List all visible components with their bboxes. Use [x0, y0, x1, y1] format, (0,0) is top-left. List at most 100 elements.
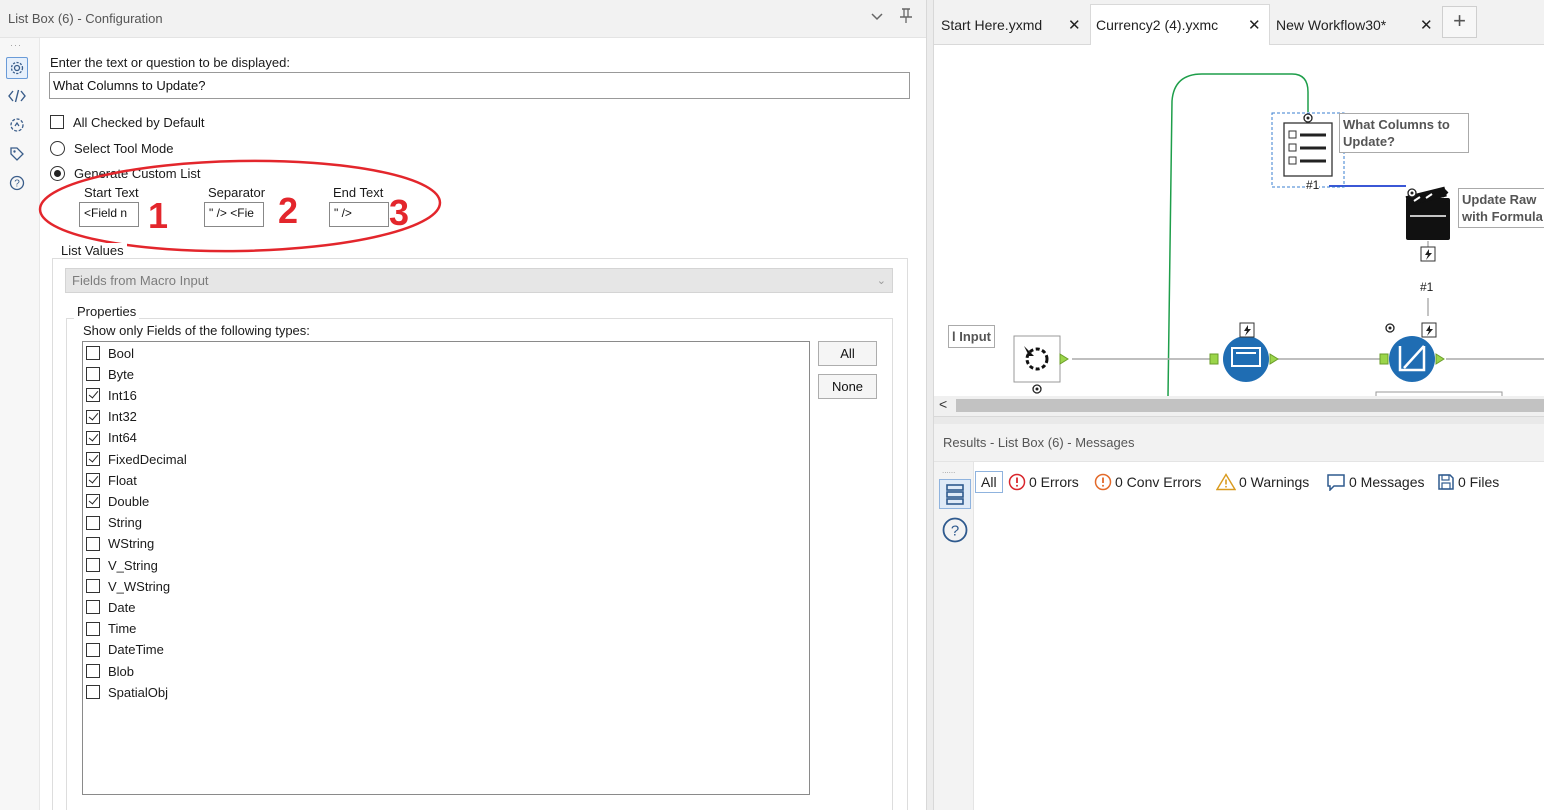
help-icon[interactable]: ?	[6, 172, 28, 194]
select-tool-mode-radio[interactable]	[50, 140, 65, 156]
generate-custom-list-radio[interactable]	[50, 165, 65, 181]
field-type-item[interactable]: Int16	[86, 386, 137, 404]
results-splitter[interactable]	[934, 416, 1544, 424]
annotation-number-2: 2	[278, 190, 299, 231]
field-type-item[interactable]: V_String	[86, 556, 158, 574]
help-icon[interactable]: ?	[939, 515, 971, 545]
config-side-rail: ··· ?	[0, 38, 40, 810]
field-type-checkbox[interactable]	[86, 430, 100, 445]
field-type-checkbox[interactable]	[86, 515, 100, 530]
filter-conv-errors-label: 0 Conv Errors	[1115, 474, 1202, 490]
field-types-label: Show only Fields of the following types:	[83, 323, 310, 338]
field-type-item[interactable]: String	[86, 514, 142, 532]
field-type-label: Double	[108, 493, 150, 509]
all-checked-checkbox[interactable]	[50, 115, 64, 129]
field-type-item[interactable]: Date	[86, 598, 135, 616]
field-type-checkbox[interactable]	[86, 536, 100, 551]
connection-progress-icon[interactable]	[6, 114, 28, 136]
tab-label: Currency2 (4).yxmc	[1096, 17, 1219, 33]
field-type-label: Time	[108, 621, 137, 637]
field-type-checkbox[interactable]	[86, 452, 100, 466]
field-type-label: Date	[108, 599, 136, 615]
end-text-input[interactable]: " />	[329, 202, 389, 227]
field-type-item[interactable]: Int32	[86, 408, 137, 426]
grip-dots-icon: ···	[10, 40, 22, 50]
field-type-item[interactable]: DateTime	[86, 641, 164, 659]
field-type-checkbox[interactable]	[86, 579, 100, 594]
code-icon[interactable]	[6, 85, 28, 107]
chevron-down-icon[interactable]	[868, 8, 886, 28]
pin-icon[interactable]	[897, 8, 915, 28]
select-tool-mode-option[interactable]: Select Tool Mode	[50, 139, 174, 157]
field-type-item[interactable]: Double	[86, 492, 149, 510]
tab-label: New Workflow30*	[1276, 16, 1387, 33]
field-type-checkbox[interactable]	[86, 473, 100, 488]
field-type-checkbox[interactable]	[86, 346, 100, 360]
grip-dots-icon: ......	[942, 466, 956, 475]
gear-icon[interactable]	[6, 57, 28, 79]
scroll-left-arrow-icon[interactable]: <	[939, 396, 947, 412]
prompt-input[interactable]	[49, 72, 910, 99]
action-annotation: Update Raw with Formula	[1458, 188, 1544, 228]
all-checked-default-option[interactable]: All Checked by Default	[50, 113, 205, 131]
field-type-checkbox[interactable]	[86, 664, 100, 678]
field-type-item[interactable]: Bool	[86, 344, 134, 362]
messages-list-icon[interactable]	[939, 479, 971, 509]
field-type-checkbox[interactable]	[86, 494, 100, 509]
tab-label: Start Here.yxmd	[941, 16, 1043, 33]
annotation-number-3: 3	[389, 192, 410, 233]
generate-custom-list-option[interactable]: Generate Custom List	[50, 164, 200, 182]
scroll-thumb[interactable]	[956, 399, 1544, 412]
canvas-horizontal-scrollbar[interactable]: <	[934, 396, 1544, 416]
select-all-button[interactable]: All	[818, 341, 877, 366]
field-type-label: Int32	[108, 409, 137, 425]
field-type-checkbox[interactable]	[86, 409, 100, 424]
field-type-item[interactable]: WString	[86, 535, 154, 553]
field-type-checkbox[interactable]	[86, 600, 100, 615]
tab-start-here[interactable]: Start Here.yxmd ✕	[935, 4, 1090, 45]
field-type-item[interactable]: Int64	[86, 429, 137, 447]
config-header: List Box (6) - Configuration	[0, 0, 926, 38]
select-tool-mode-label: Select Tool Mode	[74, 140, 174, 156]
separator-input[interactable]: " /> <Fie	[204, 202, 264, 227]
field-type-label: Blob	[108, 663, 135, 679]
field-type-checkbox[interactable]	[86, 367, 100, 382]
start-text-input[interactable]: <Field n	[79, 202, 139, 227]
configuration-pane: List Box (6) - Configuration ··· ? Enter…	[0, 0, 930, 810]
filter-all-button[interactable]: All	[975, 471, 1003, 493]
error-icon	[1008, 473, 1026, 491]
field-type-item[interactable]: Blob	[86, 662, 134, 680]
field-type-item[interactable]: V_WString	[86, 577, 170, 595]
close-icon[interactable]: ✕	[1068, 16, 1081, 34]
close-icon[interactable]: ✕	[1248, 16, 1261, 34]
field-type-item[interactable]: Byte	[86, 365, 134, 383]
field-type-item[interactable]: Time	[86, 620, 136, 638]
filter-messages-button[interactable]: 0 Messages	[1326, 471, 1424, 493]
tab-currency2[interactable]: Currency2 (4).yxmc ✕	[1090, 4, 1270, 45]
pane-splitter[interactable]	[926, 0, 934, 810]
results-header: Results - List Box (6) - Messages	[934, 424, 1544, 462]
tag-icon[interactable]	[6, 143, 28, 165]
tab-new-workflow30[interactable]: New Workflow30* ✕	[1270, 4, 1440, 45]
field-type-checkbox[interactable]	[86, 621, 100, 636]
file-icon	[1438, 474, 1454, 490]
field-type-checkbox[interactable]	[86, 558, 100, 572]
field-type-checkbox[interactable]	[86, 685, 100, 700]
prompt-label: Enter the text or question to be display…	[50, 55, 290, 70]
new-tab-button[interactable]: +	[1442, 6, 1477, 38]
field-type-item[interactable]: SpatialObj	[86, 683, 168, 701]
filter-warnings-button[interactable]: 0 Warnings	[1216, 471, 1309, 493]
workflow-canvas[interactable]: What Columns to Update? Update Raw with …	[934, 46, 1544, 396]
field-type-checkbox[interactable]	[86, 642, 100, 657]
field-type-checkbox[interactable]	[86, 388, 100, 403]
field-type-item[interactable]: FixedDecimal	[86, 450, 187, 468]
config-title: List Box (6) - Configuration	[8, 11, 163, 26]
field-types-list[interactable]: Bool Byte Int16 Int32 Int64 FixedDecimal Float…	[82, 341, 810, 795]
field-type-item[interactable]: Float	[86, 471, 137, 489]
close-icon[interactable]: ✕	[1420, 16, 1433, 34]
filter-files-button[interactable]: 0 Files	[1437, 471, 1499, 493]
filter-conv-errors-button[interactable]: 0 Conv Errors	[1094, 471, 1201, 493]
chevron-down-icon: ⌄	[876, 275, 886, 287]
select-none-button[interactable]: None	[818, 374, 877, 399]
filter-errors-button[interactable]: 0 Errors	[1008, 471, 1079, 493]
